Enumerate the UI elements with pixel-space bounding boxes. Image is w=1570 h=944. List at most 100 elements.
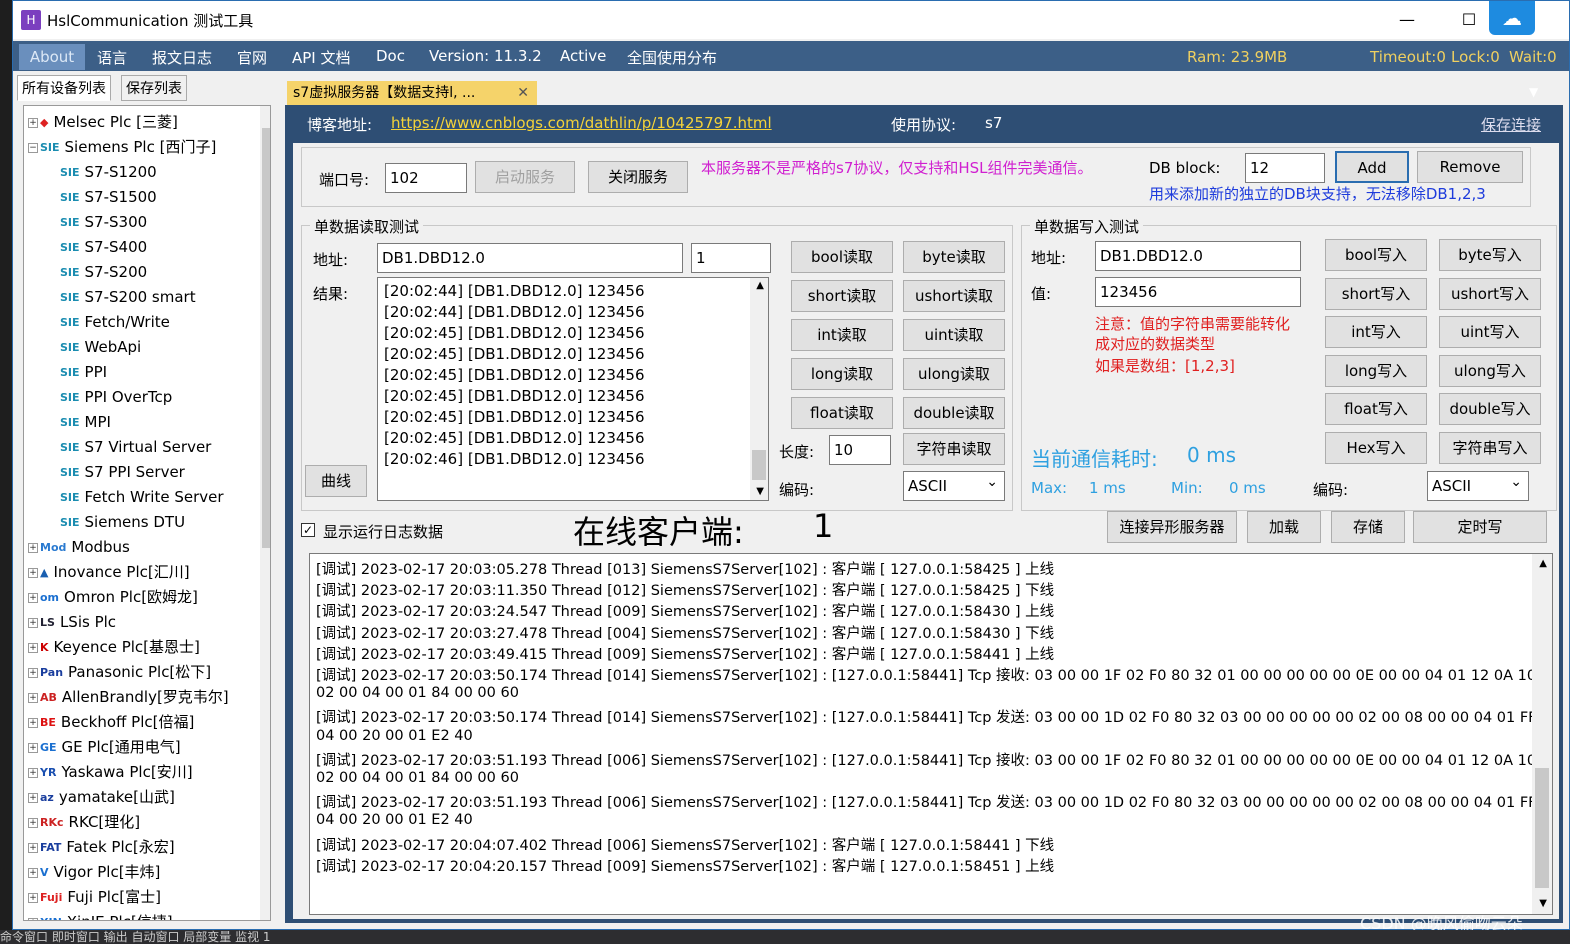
tree-node[interactable]: + FAT Fatek Plc[永宏] [28, 835, 175, 860]
read-result-list[interactable]: [20:02:44] [DB1.DBD12.0] 123456 [20:02:44… [377, 277, 769, 501]
blog-link[interactable]: https://www.cnblogs.com/dathlin/p/104257… [391, 114, 772, 132]
read-string-button[interactable]: 字符串读取 [903, 433, 1005, 465]
write-10-button[interactable]: Hex写入 [1325, 431, 1427, 464]
run-log[interactable]: [调试] 2023-02-17 20:03:05.278 Thread [013… [309, 553, 1553, 915]
tree-node[interactable]: SIE PPI [60, 360, 107, 385]
load-button[interactable]: 加载 [1247, 511, 1321, 543]
tree-node[interactable]: + BE Beckhoff Plc[倍福] [28, 710, 194, 735]
curve-button[interactable]: 曲线 [305, 465, 367, 497]
read-uint-button[interactable]: uint读取 [903, 319, 1005, 351]
expand-icon[interactable]: + [28, 642, 38, 653]
read-float-button[interactable]: float读取 [791, 397, 893, 429]
connect-alien-server-button[interactable]: 连接异形服务器 [1107, 511, 1237, 543]
expand-icon[interactable]: + [28, 592, 38, 603]
tree-node[interactable]: SIE S7 Virtual Server [60, 435, 211, 460]
tree-node[interactable]: SIE S7-S1500 [60, 185, 157, 210]
write-8-button[interactable]: float写入 [1325, 393, 1427, 425]
expand-icon[interactable]: + [28, 892, 38, 903]
tree-node[interactable]: + RKc RKC[理化] [28, 810, 140, 835]
tree-node[interactable]: + Fuji Fuji Plc[富士] [28, 885, 161, 910]
write-11-button[interactable]: 字符串写入 [1439, 431, 1541, 464]
read-short-button[interactable]: short读取 [791, 280, 893, 312]
timed-write-button[interactable]: 定时写 [1413, 511, 1547, 543]
tab-s7-virtual-server[interactable]: s7虚拟服务器【数据支持l, ... ✕ [287, 81, 537, 105]
tree-node[interactable]: SIE S7-S200 smart [60, 285, 196, 310]
read-ushort-button[interactable]: ushort读取 [903, 280, 1005, 312]
write-5-button[interactable]: uint写入 [1439, 316, 1541, 348]
close-tab-icon[interactable]: ✕ [517, 81, 529, 105]
write-encoding-select[interactable]: ASCII [1427, 468, 1529, 501]
tree-node[interactable]: SIE Siemens DTU [60, 510, 185, 535]
tree-node[interactable]: + om Omron Plc[欧姆龙] [28, 585, 198, 610]
tree-node[interactable]: + GE GE Plc[通用电气] [28, 735, 181, 760]
tree-node[interactable]: + LS LSis Plc [28, 610, 116, 635]
expand-icon[interactable]: + [28, 792, 38, 803]
tree-node[interactable]: SIE MPI [60, 410, 111, 435]
expand-icon[interactable]: + [28, 867, 38, 878]
write-value-input[interactable]: 123456 [1095, 277, 1301, 307]
tree-node[interactable]: + Mod Modbus [28, 535, 130, 560]
menu-active[interactable]: Active [560, 47, 606, 65]
write-7-button[interactable]: ulong写入 [1439, 354, 1541, 387]
menu-usage-map[interactable]: 全国使用分布 [627, 47, 717, 68]
tree-node[interactable]: SIE S7-S300 [60, 210, 147, 235]
read-byte-button[interactable]: byte读取 [903, 241, 1005, 273]
expand-icon[interactable]: + [28, 692, 38, 703]
expand-icon[interactable]: + [28, 567, 38, 578]
tree-node[interactable]: + ◆ Melsec Plc [三菱] [28, 110, 178, 135]
expand-icon[interactable]: + [28, 617, 38, 628]
collapse-icon[interactable]: − [28, 142, 38, 153]
tree-node[interactable]: + AB AllenBrandly[罗克韦尔] [28, 685, 229, 710]
write-9-button[interactable]: double写入 [1439, 393, 1541, 425]
menu-version[interactable]: Version: 11.3.2 [429, 47, 542, 65]
read-count-input[interactable]: 1 [691, 243, 771, 273]
tree-node[interactable]: SIE S7-S400 [60, 235, 147, 260]
menu-language[interactable]: 语言 [97, 47, 127, 68]
read-double-button[interactable]: double读取 [903, 397, 1005, 429]
write-4-button[interactable]: int写入 [1325, 316, 1427, 348]
read-encoding-select[interactable]: ASCII [903, 468, 1005, 501]
tree-node[interactable]: + ▲ Inovance Plc[汇川] [28, 560, 190, 585]
tree-node[interactable]: +XIN XinJE Plc[信捷] [28, 910, 173, 920]
tree-node[interactable]: + K Keyence Plc[基恩士] [28, 635, 200, 660]
scroll-up-icon[interactable]: ▲ [756, 280, 764, 291]
tab-dropdown-icon[interactable]: ▼ [1529, 85, 1538, 99]
tree-node[interactable]: SIE S7 PPI Server [60, 460, 185, 485]
save-connection-link[interactable]: 保存连接 [1481, 114, 1541, 135]
read-bool-button[interactable]: bool读取 [791, 241, 893, 273]
read-address-input[interactable]: DB1.DBD12.0 [377, 243, 683, 273]
menu-message-log[interactable]: 报文日志 [152, 47, 212, 68]
tree-node[interactable]: SIE Fetch Write Server [60, 485, 224, 510]
expand-icon[interactable]: + [28, 117, 38, 128]
tree-node[interactable]: + Pan Panasonic Plc[松下] [28, 660, 211, 685]
db-block-input[interactable]: 12 [1245, 153, 1325, 183]
menu-about[interactable]: About [19, 44, 85, 70]
expand-icon[interactable]: + [28, 817, 38, 828]
write-address-input[interactable]: DB1.DBD12.0 [1095, 241, 1301, 271]
stop-service-button[interactable]: 关闭服务 [588, 161, 688, 193]
menu-api-doc[interactable]: API 文档 [292, 47, 351, 68]
port-input[interactable]: 102 [385, 163, 467, 193]
tree-node[interactable]: SIE S7-S1200 [60, 160, 157, 185]
tree-node[interactable]: − SIE Siemens Plc [西门子] [28, 135, 216, 160]
start-service-button[interactable]: 启动服务 [475, 161, 575, 193]
show-log-checkbox[interactable]: ✓ [301, 523, 315, 537]
read-long-button[interactable]: long读取 [791, 358, 893, 390]
log-scroll-down-icon[interactable]: ▼ [1539, 898, 1547, 909]
menu-doc[interactable]: Doc [376, 47, 405, 65]
length-input[interactable]: 10 [829, 435, 891, 465]
expand-icon[interactable]: + [28, 842, 38, 853]
write-3-button[interactable]: ushort写入 [1439, 277, 1541, 310]
tree-scroll-thumb[interactable] [262, 128, 270, 548]
save-button[interactable]: 存储 [1331, 511, 1405, 543]
write-0-button[interactable]: bool写入 [1325, 239, 1427, 271]
read-ulong-button[interactable]: ulong读取 [903, 358, 1005, 390]
write-2-button[interactable]: short写入 [1325, 277, 1427, 310]
expand-icon[interactable]: + [28, 767, 38, 778]
tab-saved-list[interactable]: 保存列表 [121, 75, 187, 101]
tab-all-devices[interactable]: 所有设备列表 [17, 75, 111, 101]
minimize-button[interactable]: — [1387, 7, 1427, 33]
write-1-button[interactable]: byte写入 [1439, 239, 1541, 271]
expand-icon[interactable]: + [28, 717, 38, 728]
log-scroll-up-icon[interactable]: ▲ [1539, 558, 1547, 569]
